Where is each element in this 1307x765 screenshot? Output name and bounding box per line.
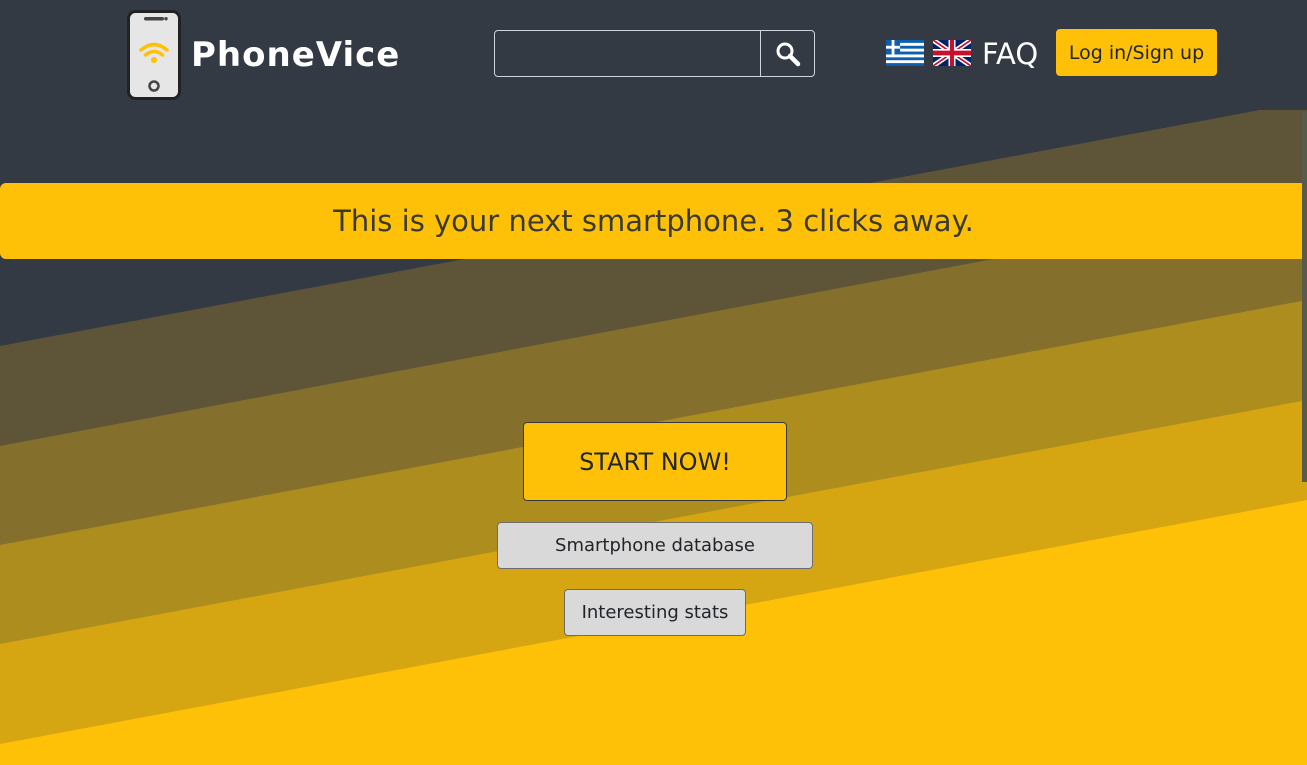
interesting-stats-button[interactable]: Interesting stats xyxy=(564,589,746,636)
brand-logo[interactable]: PhoneVice xyxy=(127,10,400,100)
phone-wifi-icon xyxy=(127,10,181,100)
login-signup-button[interactable]: Log in/Sign up xyxy=(1056,29,1217,76)
background-stripes xyxy=(0,0,1307,765)
scrollbar-thumb[interactable] xyxy=(1302,112,1307,482)
search-button[interactable] xyxy=(760,30,815,77)
search-icon xyxy=(776,42,800,66)
faq-link[interactable]: FAQ xyxy=(982,34,1038,74)
uk-flag-icon[interactable] xyxy=(933,40,971,66)
tagline-banner: This is your next smartphone. 3 clicks a… xyxy=(0,183,1307,259)
smartphone-database-button[interactable]: Smartphone database xyxy=(497,522,813,569)
brand-name: PhoneVice xyxy=(191,35,401,75)
search-input[interactable] xyxy=(494,30,761,77)
tagline-text: This is your next smartphone. 3 clicks a… xyxy=(333,204,974,238)
site-header: PhoneVice FAQ Log in/Sign up xyxy=(0,0,1307,108)
search-form xyxy=(494,30,816,77)
greece-flag-icon[interactable] xyxy=(886,40,924,66)
start-now-button[interactable]: START NOW! xyxy=(523,422,787,501)
